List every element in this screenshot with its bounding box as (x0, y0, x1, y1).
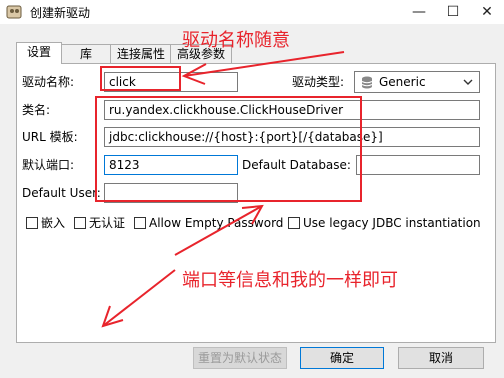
tab-libraries[interactable]: 库 (60, 44, 112, 63)
no-auth-label: 无认证 (89, 216, 126, 230)
url-template-input[interactable]: jdbc:clickhouse://{host}:{port}[/{databa… (104, 127, 480, 147)
default-database-label: Default Database: (242, 158, 351, 172)
default-user-label: Default User: (22, 186, 101, 200)
embedded-label: 嵌入 (41, 216, 66, 230)
driver-type-select[interactable]: Generic (354, 71, 480, 93)
annotation-bottom-note: 端口等信息和我的一样即可 (182, 270, 398, 291)
window-title: 创建新驱动 (30, 6, 91, 20)
tab-connection-properties[interactable]: 连接属性 (110, 44, 172, 63)
database-icon (361, 76, 373, 89)
driver-type-label: 驱动类型: (292, 75, 345, 89)
default-port-input[interactable]: 8123 (104, 155, 238, 175)
app-icon (6, 5, 22, 19)
class-name-label: 类名: (22, 103, 51, 117)
tab-settings[interactable]: 设置 (16, 42, 62, 64)
no-auth-checkbox[interactable] (74, 217, 86, 229)
url-template-label: URL 模板: (22, 130, 78, 144)
driver-name-input[interactable]: click (104, 72, 238, 92)
class-name-input[interactable]: ru.yandex.clickhouse.ClickHouseDriver (104, 100, 480, 120)
legacy-jdbc-label: Use legacy JDBC instantiation (303, 216, 481, 230)
title-bar: 创建新驱动 — ☐ ✕ (0, 0, 504, 24)
ok-button[interactable]: 确定 (300, 347, 384, 369)
allow-empty-password-checkbox[interactable] (134, 217, 146, 229)
cancel-button[interactable]: 取消 (398, 347, 484, 369)
default-database-input[interactable] (356, 155, 480, 175)
driver-name-label: 驱动名称: (22, 75, 75, 89)
chevron-down-icon (463, 79, 473, 85)
allow-empty-password-label: Allow Empty Password (149, 216, 284, 230)
driver-type-value: Generic (379, 75, 426, 89)
close-button[interactable]: ✕ (470, 0, 504, 24)
legacy-jdbc-checkbox[interactable] (288, 217, 300, 229)
annotation-top-note: 驱动名称随意 (182, 30, 290, 51)
maximize-button[interactable]: ☐ (436, 0, 470, 24)
embedded-checkbox[interactable] (26, 217, 38, 229)
minimize-button[interactable]: — (402, 0, 436, 24)
default-user-input[interactable] (104, 183, 238, 203)
default-port-label: 默认端口: (22, 158, 75, 172)
reset-defaults-button[interactable]: 重置为默认状态 (193, 347, 287, 369)
